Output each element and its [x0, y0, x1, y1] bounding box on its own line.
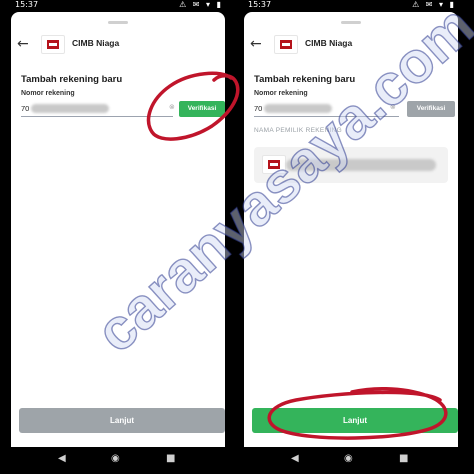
input-underline [21, 116, 173, 117]
redacted-account-number [31, 104, 109, 113]
phone-screen-right: 15:37 ⚠ ✉ ▾ ▮ ← CIMB Niaga Tambah rekeni… [240, 0, 462, 474]
nav-recent-icon[interactable]: ■ [399, 453, 408, 464]
account-number-label: Nomor rekening [21, 90, 75, 97]
section-title: Tambah rekening baru [21, 74, 123, 85]
sheet-drag-handle[interactable] [108, 21, 128, 24]
account-owner-label: NAMA PEMILIK REKENING [254, 127, 342, 134]
status-time: 15:37 [15, 0, 39, 9]
next-button[interactable]: Lanjut [252, 408, 458, 433]
section-title: Tambah rekening baru [254, 74, 356, 85]
nav-home-icon[interactable]: ◉ [344, 453, 353, 464]
system-nav-bar: ◀ ◉ ■ [7, 447, 229, 474]
bank-name: CIMB Niaga [305, 38, 353, 48]
verify-button[interactable]: Verifikasi [179, 101, 225, 117]
back-arrow-icon[interactable]: ← [17, 36, 29, 52]
status-bar: 15:37 ⚠ ✉ ▾ ▮ [7, 0, 229, 12]
nav-back-icon[interactable]: ◀ [58, 453, 66, 464]
sheet-drag-handle[interactable] [341, 21, 361, 24]
bottom-sheet: ← CIMB Niaga Tambah rekening baru Nomor … [244, 12, 458, 447]
clear-input-icon[interactable]: ⊗ [390, 103, 396, 111]
cimb-logo-icon [262, 155, 286, 174]
status-icons: ⚠ ✉ ▾ ▮ [412, 0, 456, 9]
app-bar: ← CIMB Niaga [244, 32, 458, 60]
status-bar: 15:37 ⚠ ✉ ▾ ▮ [240, 0, 462, 12]
nav-home-icon[interactable]: ◉ [111, 453, 120, 464]
bottom-sheet: ← CIMB Niaga Tambah rekening baru Nomor … [11, 12, 225, 447]
redacted-account-number [264, 104, 332, 113]
bank-name: CIMB Niaga [72, 38, 120, 48]
app-bar: ← CIMB Niaga [11, 32, 225, 60]
back-arrow-icon[interactable]: ← [250, 36, 262, 52]
redacted-owner-name [286, 159, 436, 171]
account-owner-card [254, 147, 448, 183]
account-number-input[interactable]: 70 [254, 104, 262, 113]
clear-input-icon[interactable]: ⊗ [169, 103, 175, 111]
phone-screen-left: 15:37 ⚠ ✉ ▾ ▮ ← CIMB Niaga Tambah rekeni… [7, 0, 229, 474]
cimb-logo-icon [274, 35, 298, 54]
cimb-logo-icon [41, 35, 65, 54]
status-time: 15:37 [248, 0, 272, 9]
verify-button: Verifikasi [407, 101, 455, 117]
account-number-label: Nomor rekening [254, 90, 308, 97]
nav-back-icon[interactable]: ◀ [291, 453, 299, 464]
status-icons: ⚠ ✉ ▾ ▮ [179, 0, 223, 9]
system-nav-bar: ◀ ◉ ■ [240, 447, 462, 474]
nav-recent-icon[interactable]: ■ [166, 453, 175, 464]
account-number-input[interactable]: 70 [21, 104, 29, 113]
next-button[interactable]: Lanjut [19, 408, 225, 433]
input-underline [254, 116, 399, 117]
